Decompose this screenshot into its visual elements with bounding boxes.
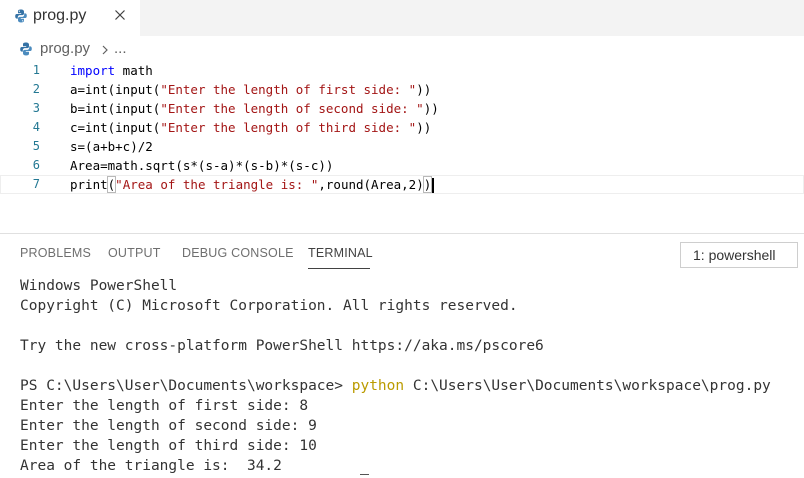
terminal-line: Area of the triangle is: 34.2	[20, 458, 282, 474]
python-file-icon	[20, 42, 32, 56]
active-tab-indicator	[308, 268, 370, 269]
chevron-right-icon	[102, 45, 108, 55]
terminal-command-line: PS C:\Users\User\Documents\workspace> py…	[20, 376, 804, 396]
code-text: b=int(input("Enter the length of second …	[70, 101, 439, 116]
line-number: 2	[32, 82, 40, 96]
panel-divider	[0, 233, 804, 234]
terminal-line: Try the new cross-platform PowerShell ht…	[20, 338, 544, 354]
code-line: 6 Area=math.sqrt(s*(s-a)*(s-b)*(s-c))	[0, 156, 804, 175]
tab-terminal[interactable]: TERMINAL	[308, 246, 373, 260]
text-cursor	[432, 178, 435, 193]
terminal-selector[interactable]: 1: powershell	[680, 242, 798, 268]
terminal-command-args: C:\Users\User\Documents\workspace\prog.p…	[404, 378, 771, 394]
line-number: 7	[32, 177, 40, 191]
code-line: 2 a=int(input("Enter the length of first…	[0, 80, 804, 99]
code-editor[interactable]: 1 import math 2 a=int(input("Enter the l…	[0, 61, 804, 201]
code-line: 1 import math	[0, 61, 804, 80]
code-line: 4 c=int(input("Enter the length of third…	[0, 118, 804, 137]
code-line-current: 7 print("Area of the triangle is: ",roun…	[0, 175, 804, 194]
line-number: 4	[32, 120, 40, 134]
code-text: s=(a+b+c)/2	[70, 139, 153, 154]
tab-output[interactable]: OUTPUT	[108, 246, 161, 260]
terminal-output[interactable]: Windows PowerShell Copyright (C) Microso…	[20, 276, 804, 478]
code-text: Area=math.sqrt(s*(s-a)*(s-b)*(s-c))	[70, 158, 334, 173]
tab-prog-py[interactable]: prog.py	[0, 0, 140, 36]
line-number: 3	[32, 101, 40, 115]
terminal-cursor	[360, 474, 369, 475]
terminal-line: Enter the length of third side: 10	[20, 438, 317, 454]
close-icon[interactable]	[112, 7, 128, 23]
line-number: 5	[32, 139, 40, 153]
code-text: a=int(input("Enter the length of first s…	[70, 82, 432, 97]
breadcrumb-symbols[interactable]: ...	[114, 40, 127, 57]
terminal-selector-value: 1: powershell	[693, 247, 776, 263]
line-number: 6	[32, 158, 40, 172]
terminal-line: Windows PowerShell	[20, 278, 178, 294]
terminal-line: Enter the length of first side: 8	[20, 398, 309, 414]
breadcrumb-file[interactable]: prog.py	[40, 40, 90, 57]
code-line: 3 b=int(input("Enter the length of secon…	[0, 99, 804, 118]
terminal-line: Copyright (C) Microsoft Corporation. All…	[20, 298, 518, 314]
tab-label: prog.py	[33, 7, 87, 24]
code-text: print("Area of the triangle is: ",round(…	[70, 175, 435, 194]
editor-tab-strip: prog.py	[0, 0, 804, 36]
code-line: 5 s=(a+b+c)/2	[0, 137, 804, 156]
terminal-line: Enter the length of second side: 9	[20, 418, 317, 434]
terminal-command: python	[351, 378, 405, 394]
breadcrumb: prog.py ...	[0, 38, 804, 60]
python-file-icon	[15, 9, 27, 23]
keyword-import: import	[70, 63, 116, 78]
code-text: import math	[70, 63, 153, 78]
terminal-prompt: PS C:\Users\User\Documents\workspace>	[20, 378, 352, 394]
line-number: 1	[32, 63, 40, 77]
tab-debug-console[interactable]: DEBUG CONSOLE	[182, 246, 294, 260]
code-text: c=int(input("Enter the length of third s…	[70, 120, 432, 135]
tab-problems[interactable]: PROBLEMS	[20, 246, 91, 260]
